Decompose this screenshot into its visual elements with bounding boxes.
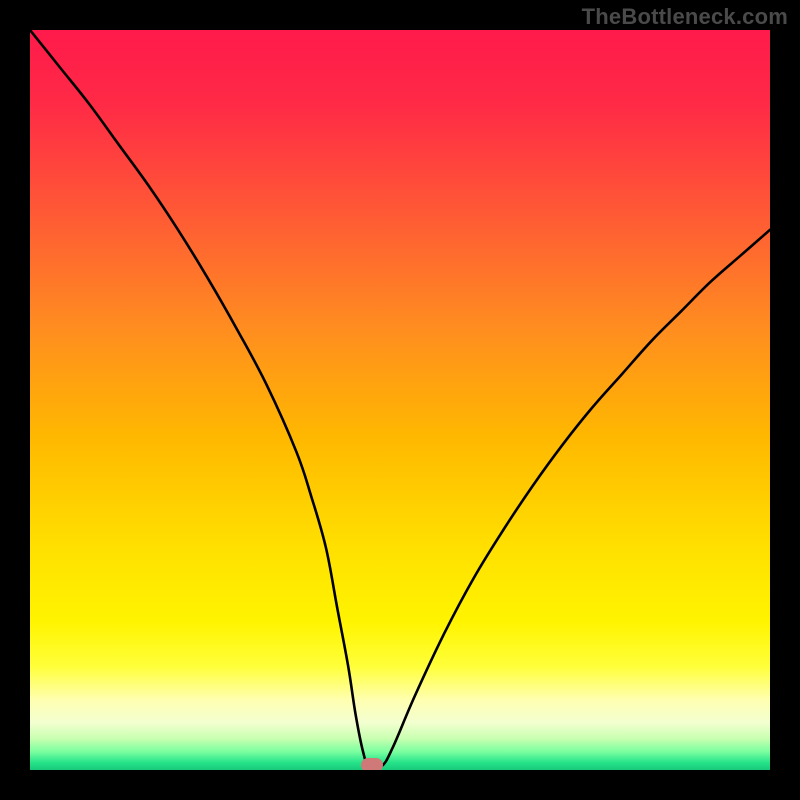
watermark-text: TheBottleneck.com: [582, 4, 788, 30]
plot-svg: [30, 30, 770, 770]
plot-area: [30, 30, 770, 770]
optimum-marker: [361, 758, 383, 770]
gradient-background: [30, 30, 770, 770]
chart-frame: TheBottleneck.com: [0, 0, 800, 800]
